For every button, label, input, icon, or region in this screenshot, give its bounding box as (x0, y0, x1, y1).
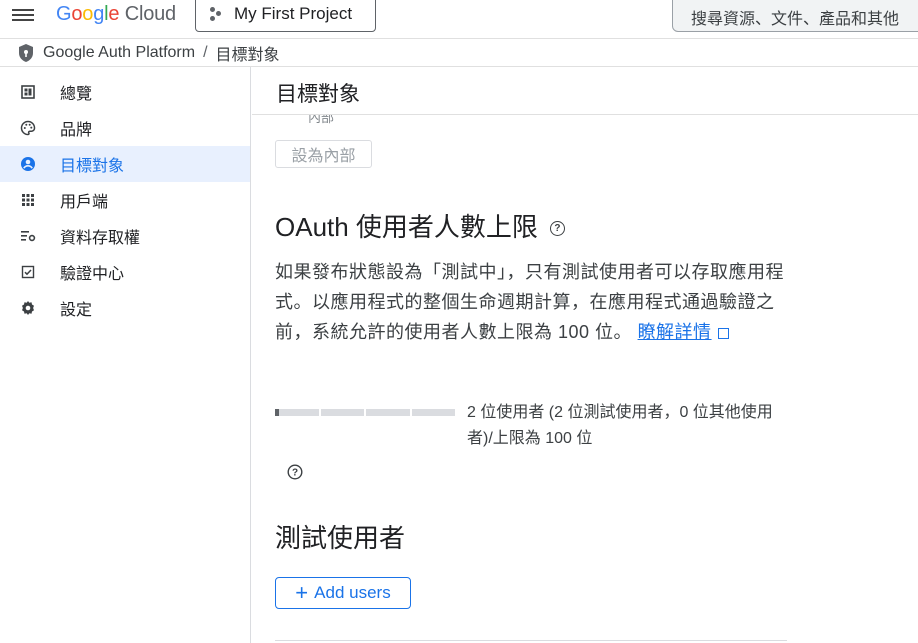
plus-icon: + (295, 580, 309, 605)
gear-icon (18, 300, 38, 316)
sidebar-item-audience[interactable]: 目標對象 (0, 146, 250, 182)
page-title: 目標對象 (252, 67, 918, 115)
verified-box-icon (18, 265, 38, 279)
sidebar-item-branding[interactable]: 品牌 (0, 110, 250, 146)
top-app-bar: Google Cloud My First Project 搜尋資源、文件、產品… (0, 0, 918, 38)
sidebar-item-overview[interactable]: 總覽 (0, 74, 250, 110)
breadcrumb-separator: / (203, 43, 208, 61)
test-users-heading: 測試使用者 (275, 523, 406, 553)
user-cap-progress-bar (275, 409, 455, 416)
project-picker-button[interactable]: My First Project (195, 0, 376, 32)
sidebar-item-clients[interactable]: 用戶端 (0, 182, 250, 218)
sidebar: 總覽 品牌 目標對象 用戶端 資料存取權 驗證中心 設定 (0, 67, 251, 643)
project-nodes-icon (210, 7, 222, 21)
breadcrumb-current: 目標對象 (215, 46, 280, 64)
apps-grid-icon (18, 193, 38, 207)
shield-icon (19, 43, 33, 62)
svg-text:?: ? (292, 468, 298, 479)
palette-icon (18, 120, 38, 136)
main-content: 目標對象 內部 設為內部 OAuth 使用者人數上限 ? 如果發布狀態設為「測試… (252, 67, 918, 643)
external-link-icon (717, 327, 729, 339)
help-icon[interactable]: ? (549, 221, 565, 236)
account-circle-icon (18, 156, 38, 172)
make-internal-button[interactable]: 設為內部 (275, 140, 372, 168)
divider (275, 640, 787, 641)
dashboard-icon (18, 85, 38, 99)
sidebar-item-verification-center[interactable]: 驗證中心 (0, 254, 250, 290)
settings-list-icon (18, 229, 38, 243)
oauth-user-cap-heading: OAuth 使用者人數上限 ? (275, 207, 565, 244)
main-menu-icon[interactable] (12, 6, 34, 24)
add-users-button[interactable]: + Add users (275, 577, 411, 609)
oauth-cap-description: 如果發布狀態設為「測試中」，只有測試使用者可以存取應用程式。以應用程式的整個生命… (275, 262, 784, 342)
learn-more-link[interactable]: 瞭解詳情 (638, 322, 712, 342)
breadcrumb-platform[interactable]: Google Auth Platform (43, 44, 195, 62)
user-count-text: 2 位使用者 (2 位測試使用者，0 位其他使用者)/上限為 100 位 (467, 404, 773, 447)
breadcrumb: Google Auth Platform / 目標對象 (0, 38, 918, 67)
sidebar-item-settings[interactable]: 設定 (0, 290, 250, 326)
google-cloud-logo[interactable]: Google Cloud (56, 3, 176, 26)
sidebar-item-data-access[interactable]: 資料存取權 (0, 218, 250, 254)
project-name: My First Project (234, 4, 353, 23)
search-input[interactable]: 搜尋資源、文件、產品和其他 (672, 0, 918, 32)
help-icon[interactable]: ? (287, 464, 303, 480)
